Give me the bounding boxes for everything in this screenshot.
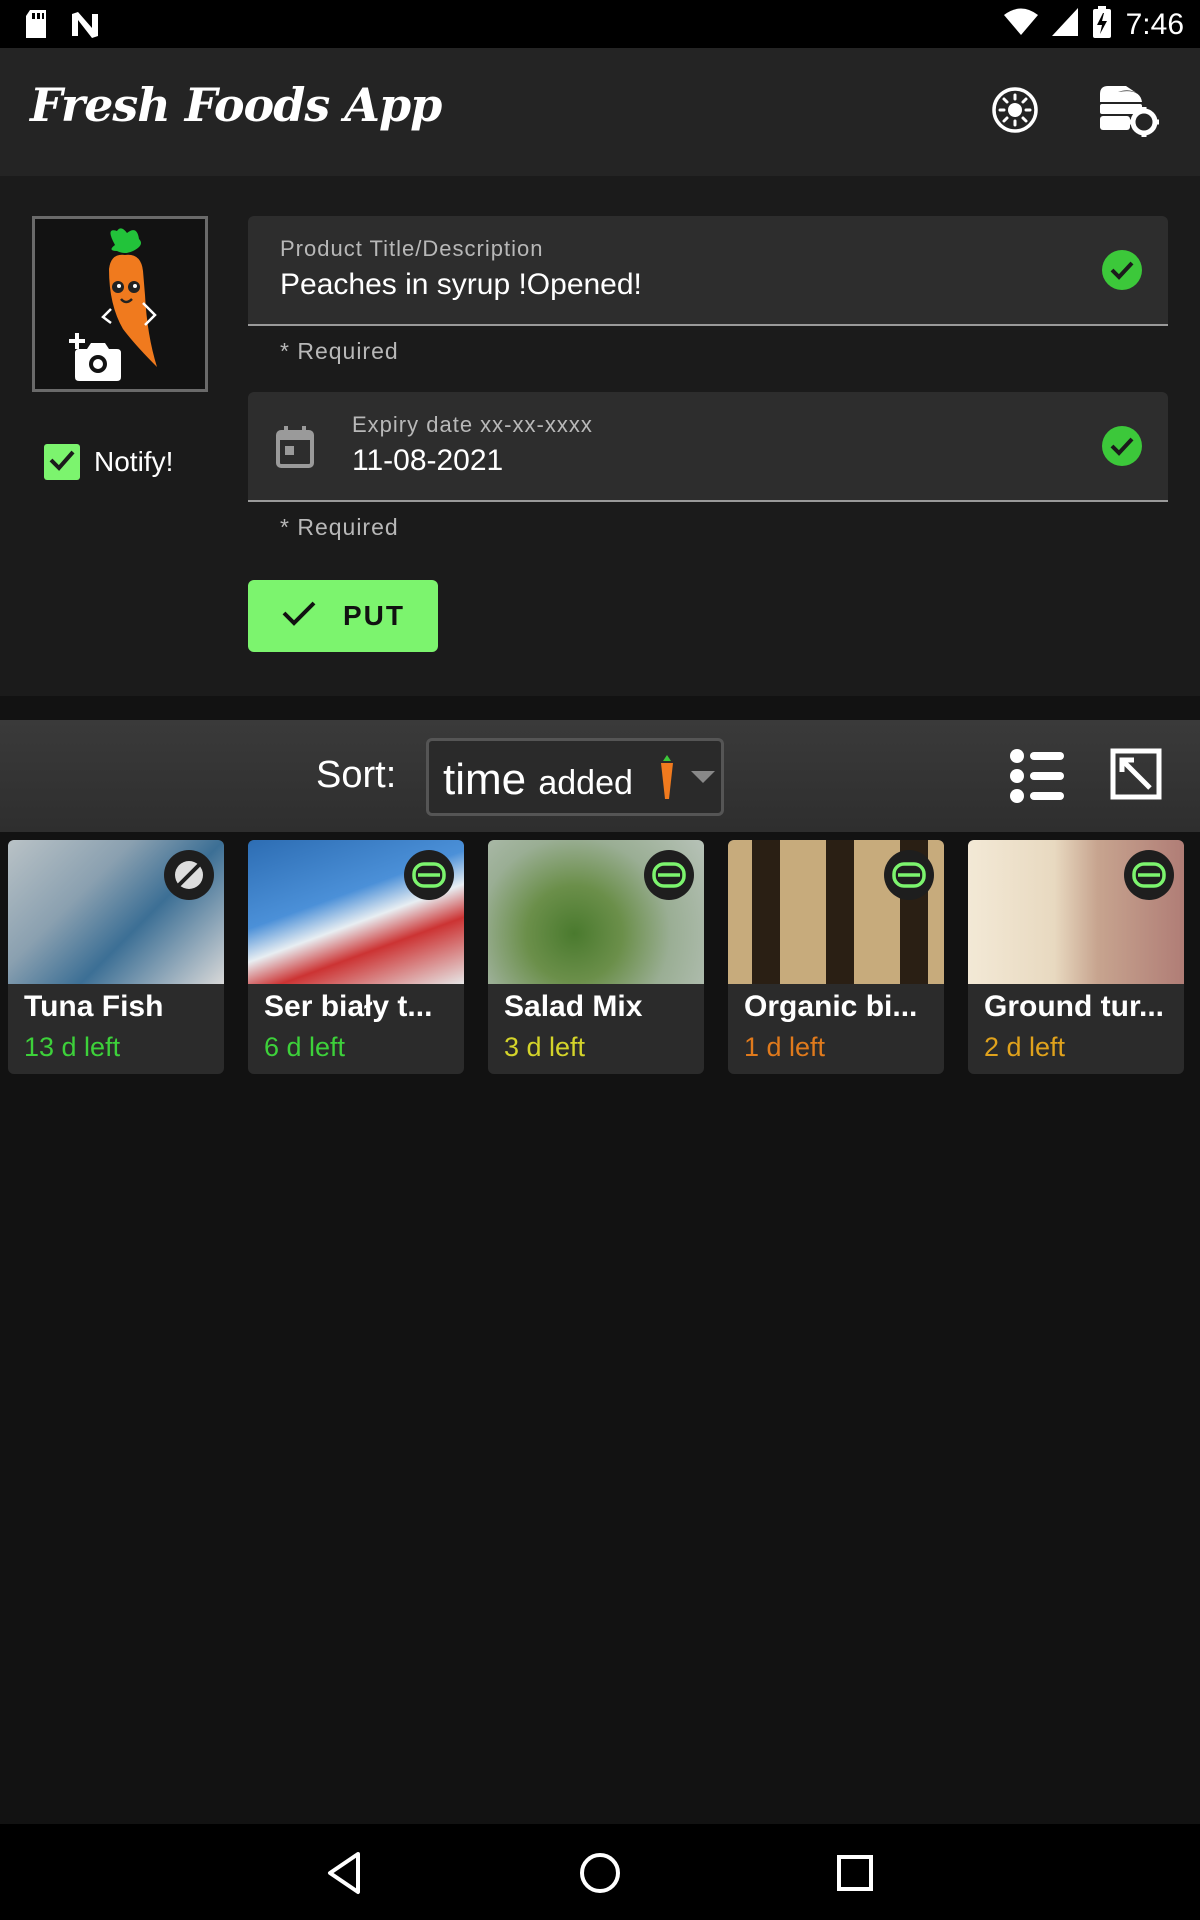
add-photo-icon (69, 333, 125, 386)
product-name: Tuna Fish (24, 990, 164, 1023)
product-title-label: Product Title/Description (280, 236, 544, 261)
valid-check-icon (1102, 250, 1142, 290)
no-food-icon (164, 850, 214, 900)
product-card[interactable]: Ground tur... 2 d left (968, 840, 1184, 1074)
product-thumbnail (248, 840, 464, 984)
list-icon (1010, 749, 1066, 808)
expand-icon (1110, 748, 1162, 804)
days-left: 6 d left (264, 1032, 346, 1062)
product-grid: Tuna Fish 13 d left Ser biały t... 6 d l… (8, 840, 1184, 1074)
notify-label: Notify! (94, 446, 174, 477)
expiry-date-field[interactable]: Expiry date xx-xx-xxxx 11-08-2021 (248, 392, 1168, 502)
check-icon (281, 599, 317, 634)
sort-toolbar: Sort: time added (0, 720, 1200, 832)
product-card[interactable]: Organic bi... 1 d left (728, 840, 944, 1074)
put-button-label: PUT (343, 600, 405, 631)
days-left: 1 d left (744, 1032, 826, 1062)
signal-icon (1051, 8, 1078, 41)
sort-dropdown[interactable]: time added (426, 738, 724, 816)
product-photo-picker[interactable] (32, 216, 208, 392)
wifi-icon (1003, 8, 1038, 41)
navigation-bar (0, 1824, 1200, 1920)
brightness-icon (990, 85, 1040, 140)
product-thumbnail (8, 840, 224, 984)
checkmark-icon (49, 449, 75, 476)
fridge-icon (404, 850, 454, 900)
expand-button[interactable] (1110, 748, 1162, 800)
app-bar: Fresh Foods App (0, 48, 1200, 176)
product-name: Salad Mix (504, 990, 643, 1023)
product-thumbnail (728, 840, 944, 984)
carrot-icon (657, 755, 677, 806)
list-view-button[interactable] (1010, 748, 1068, 806)
theme-toggle-button[interactable] (985, 82, 1045, 142)
fridge-icon (884, 850, 934, 900)
product-name: Ser biały t... (264, 990, 433, 1023)
fridge-settings-button[interactable] (1094, 82, 1164, 142)
expiry-date-input[interactable]: 11-08-2021 (352, 444, 503, 478)
back-button[interactable] (320, 1848, 370, 1898)
days-left: 3 d left (504, 1032, 586, 1062)
add-product-form: Notify! Product Title/Description Peache… (0, 176, 1200, 696)
dropdown-arrow-icon (691, 771, 715, 783)
back-icon (320, 1852, 370, 1902)
days-left: 2 d left (984, 1032, 1066, 1062)
fridge-settings-icon (1096, 82, 1162, 143)
sd-card-icon (24, 10, 48, 43)
expiry-date-label: Expiry date xx-xx-xxxx (352, 412, 593, 437)
app-title: Fresh Foods App (30, 78, 442, 132)
clock: 7:46 (1125, 7, 1184, 41)
product-card[interactable]: Tuna Fish 13 d left (8, 840, 224, 1074)
product-thumbnail (968, 840, 1184, 984)
notify-toggle[interactable]: Notify! (44, 444, 173, 480)
sort-label: Sort: (316, 754, 397, 796)
product-card[interactable]: Ser biały t... 6 d left (248, 840, 464, 1074)
product-title-input[interactable]: Peaches in syrup !Opened! (280, 268, 642, 302)
recents-button[interactable] (830, 1848, 880, 1898)
calendar-icon (276, 426, 314, 473)
put-button[interactable]: PUT (248, 580, 438, 652)
battery-icon (1092, 6, 1112, 43)
notify-checkbox[interactable] (44, 444, 80, 480)
recents-icon (830, 1855, 880, 1902)
fridge-icon (1124, 850, 1174, 900)
home-button[interactable] (575, 1848, 625, 1898)
status-bar: 7:46 (0, 0, 1200, 48)
date-required-hint: * Required (280, 514, 399, 540)
product-card[interactable]: Salad Mix 3 d left (488, 840, 704, 1074)
product-title-field[interactable]: Product Title/Description Peaches in syr… (248, 216, 1168, 326)
product-thumbnail (488, 840, 704, 984)
days-left: 13 d left (24, 1032, 121, 1062)
home-icon (575, 1853, 625, 1902)
n-notification-icon (70, 10, 100, 43)
product-name: Ground tur... (984, 990, 1164, 1023)
valid-check-icon (1102, 426, 1142, 466)
product-name: Organic bi... (744, 990, 918, 1023)
sort-selected-value: time added (443, 755, 633, 804)
fridge-icon (644, 850, 694, 900)
title-required-hint: * Required (280, 338, 399, 364)
